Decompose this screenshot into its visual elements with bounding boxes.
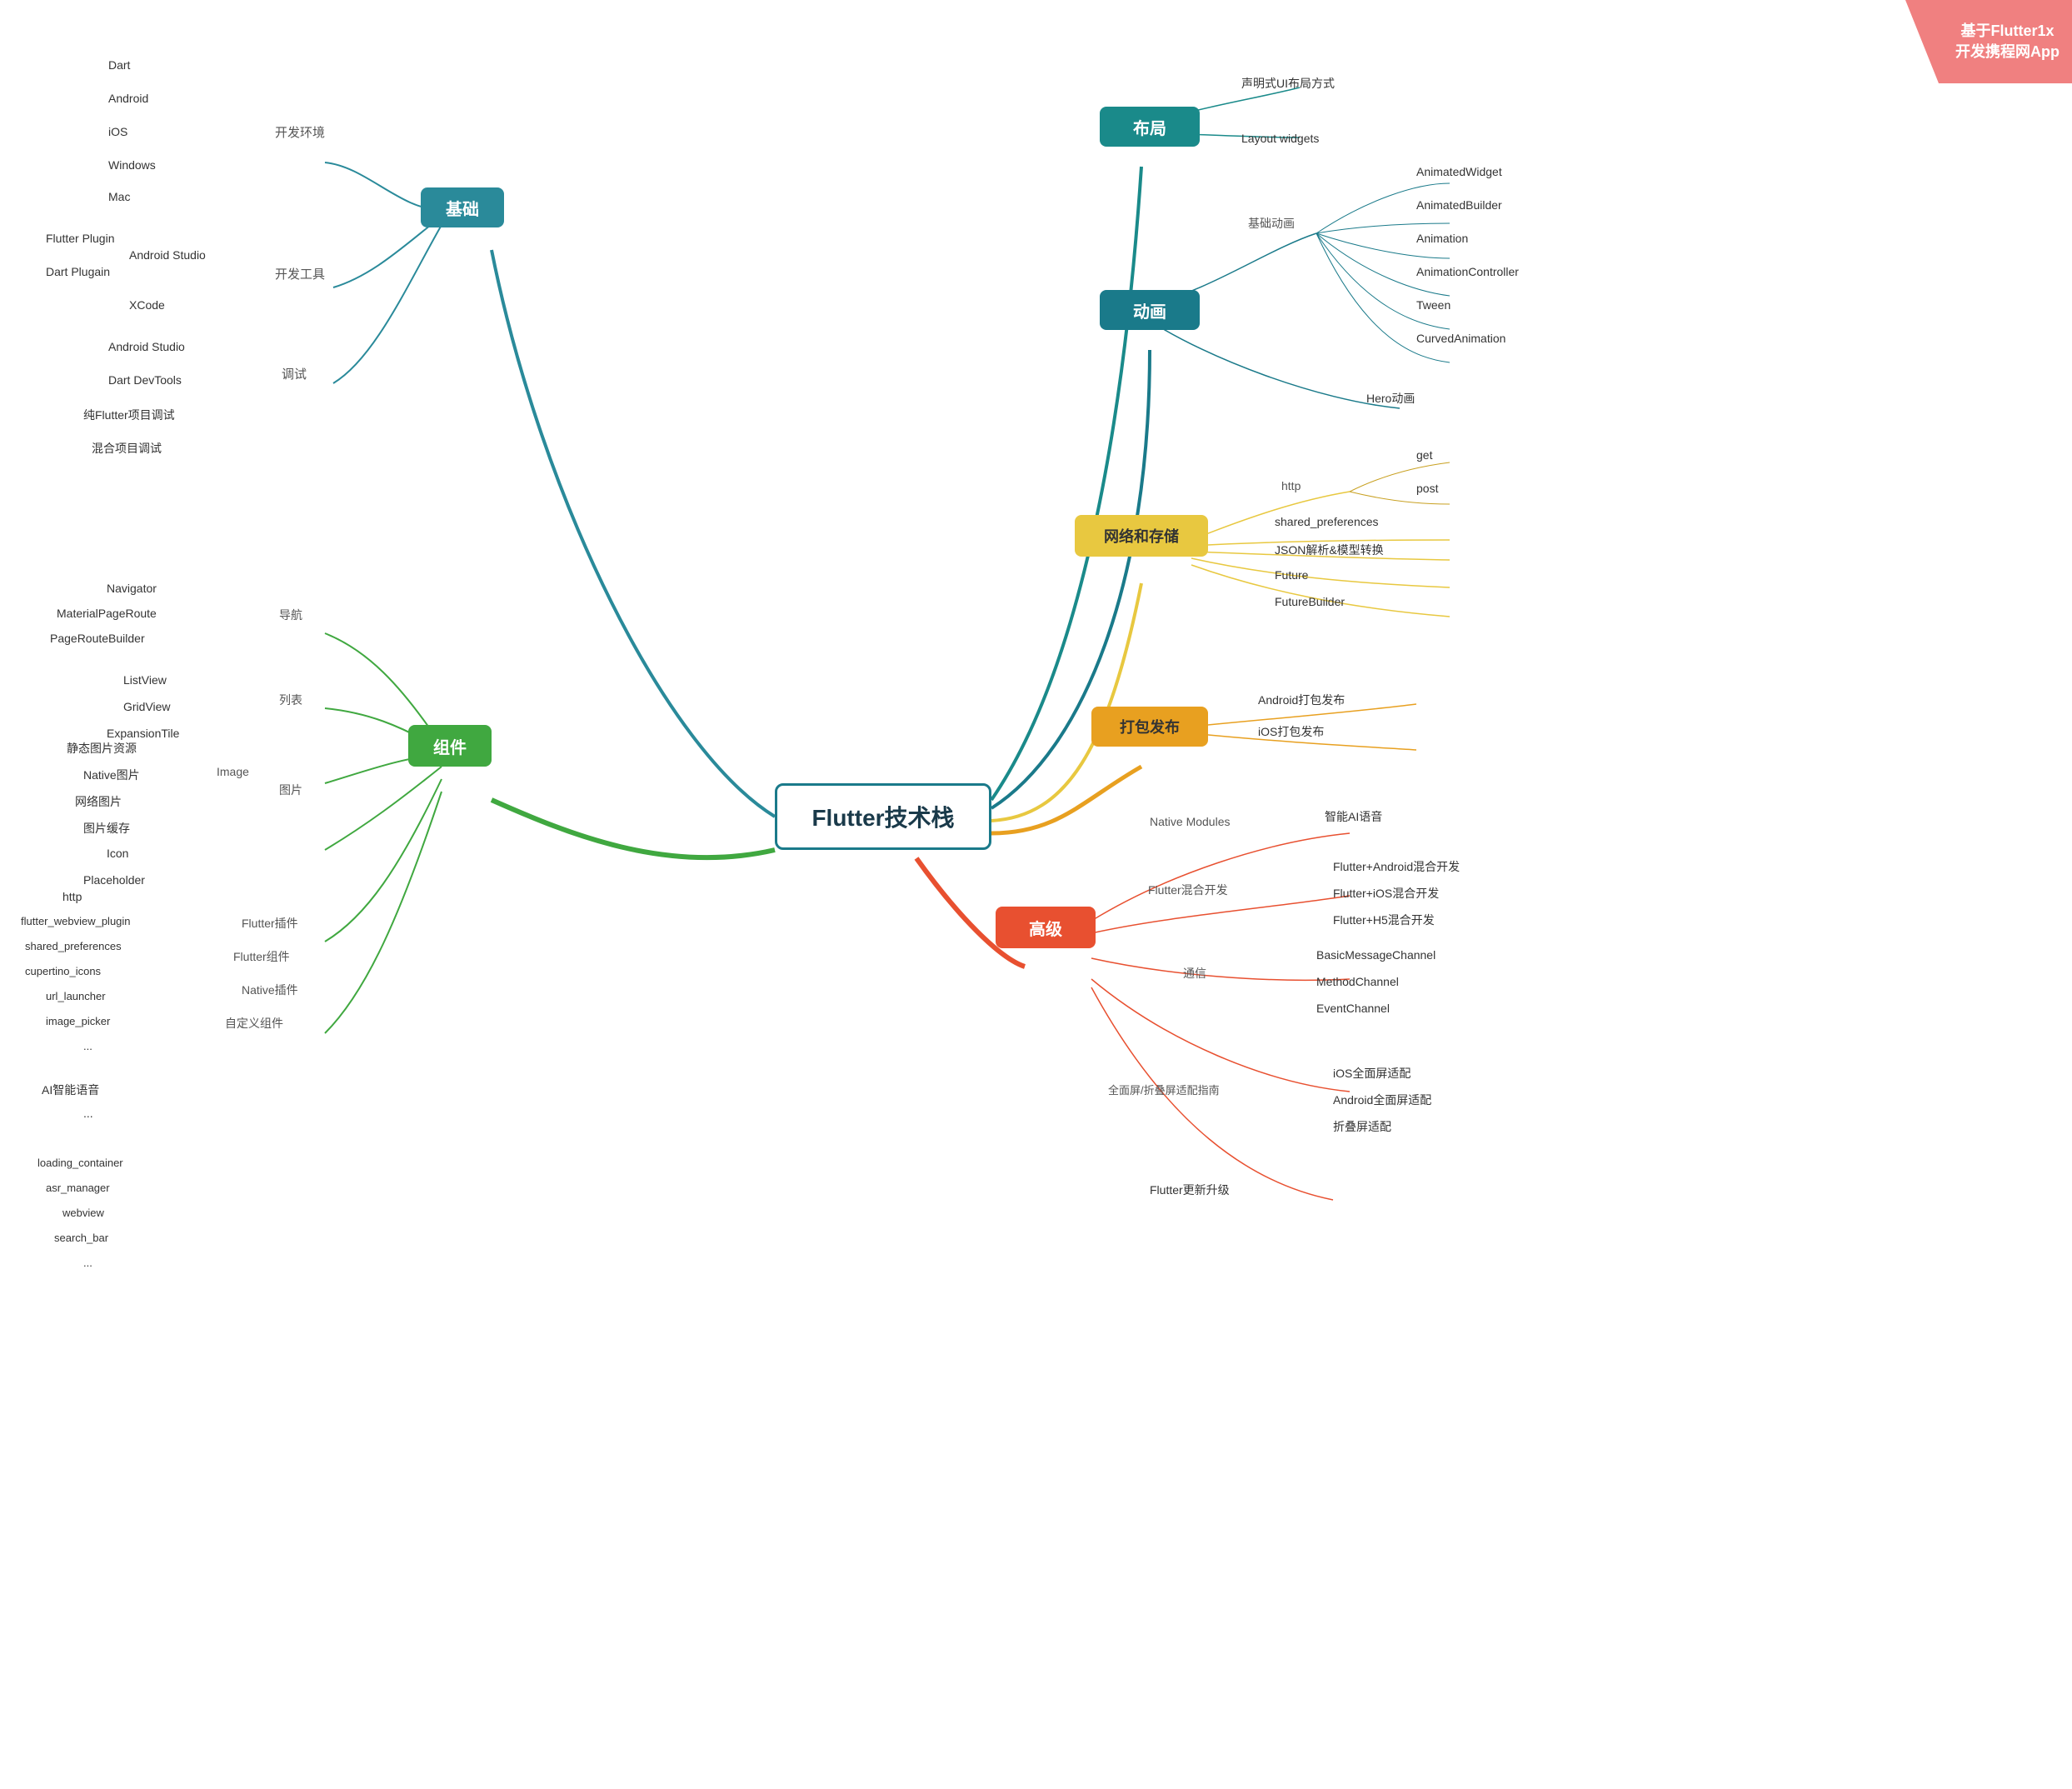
center-node: Flutter技术栈 xyxy=(775,783,991,850)
leaf-animation-controller: AnimationController xyxy=(1416,265,1519,278)
leaf-flutter-plugin: Flutter Plugin xyxy=(46,232,114,245)
leaf-method-channel: MethodChannel xyxy=(1316,975,1399,988)
leaf-cupertino: cupertino_icons xyxy=(25,965,101,977)
leaf-zhedieping: 折叠屏适配 xyxy=(1333,1118,1391,1135)
node-wangluo: 网络和存储 xyxy=(1075,515,1208,557)
leaf-page-route-builder: PageRouteBuilder xyxy=(50,632,145,645)
corner-banner: 基于Flutter1x 开发携程网App xyxy=(1905,0,2072,83)
leaf-curved-animation: CurvedAnimation xyxy=(1416,332,1505,345)
node-flutter-chajian: Flutter插件 xyxy=(242,915,298,932)
leaf-webview2: webview xyxy=(62,1207,104,1219)
leaf-ios-dabao: iOS打包发布 xyxy=(1258,723,1324,740)
leaf-animated-widget: AnimatedWidget xyxy=(1416,165,1502,178)
leaf-url-launcher: url_launcher xyxy=(46,990,106,1002)
leaf-android-studio2: Android Studio xyxy=(108,340,185,353)
leaf-android-studio1: Android Studio xyxy=(129,248,206,262)
leaf-dart-devtools: Dart DevTools xyxy=(108,373,182,387)
leaf-windows: Windows xyxy=(108,158,156,172)
leaf-loading: loading_container xyxy=(37,1157,123,1169)
leaf-event-channel: EventChannel xyxy=(1316,1002,1390,1015)
leaf-shared-prefs: shared_preferences xyxy=(1275,515,1379,528)
leaf-placeholder: Placeholder xyxy=(83,873,145,887)
leaf-animation: Animation xyxy=(1416,232,1468,245)
node-tupian: 图片 xyxy=(279,782,302,798)
mind-map: Flutter技术栈 基于Flutter1x 开发携程网App 基础 开发环境 … xyxy=(0,0,2072,1789)
leaf-hero: Hero动画 xyxy=(1366,390,1415,407)
leaf-future-builder: FutureBuilder xyxy=(1275,595,1345,608)
leaf-future: Future xyxy=(1275,568,1308,582)
node-liebiao: 列表 xyxy=(279,692,302,708)
leaf-material-page: MaterialPageRoute xyxy=(57,607,157,620)
leaf-navigator: Navigator xyxy=(107,582,157,595)
leaf-search-bar: search_bar xyxy=(54,1232,108,1244)
leaf-network-img: 网络图片 xyxy=(75,793,122,810)
node-buju: 布局 xyxy=(1100,107,1200,147)
center-label: Flutter技术栈 xyxy=(811,800,954,833)
leaf-static-img: 静态图片资源 xyxy=(67,740,137,757)
node-native-modules: Native Modules xyxy=(1150,815,1231,828)
leaf-webview-plugin: flutter_webview_plugin xyxy=(21,915,131,927)
leaf-shengming-ui: 声明式UI布局方式 xyxy=(1241,75,1335,92)
node-kaifagongju: 开发工具 xyxy=(275,265,325,282)
leaf-image-picker: image_picker xyxy=(46,1015,110,1027)
leaf-dots3: ... xyxy=(83,1257,92,1269)
node-quanping: 全面屏/折叠屏适配指南 xyxy=(1108,1082,1220,1097)
leaf-gridview: GridView xyxy=(123,700,171,713)
leaf-flutter-ios: Flutter+iOS混合开发 xyxy=(1333,885,1439,902)
leaf-tween: Tween xyxy=(1416,298,1450,312)
node-dabao: 打包发布 xyxy=(1091,707,1208,747)
leaf-expansion-tile: ExpansionTile xyxy=(107,727,179,740)
leaf-chun-flutter: 纯Flutter项目调试 xyxy=(83,407,175,423)
node-native-chajian: Native插件 xyxy=(242,982,298,998)
banner-text: 基于Flutter1x 开发携程网App xyxy=(1955,21,2060,62)
node-hunhe-kaifa: Flutter混合开发 xyxy=(1148,882,1228,898)
leaf-img-cache: 图片缓存 xyxy=(83,820,130,837)
leaf-http2: http xyxy=(62,890,82,903)
node-jichudonghua: 基础动画 xyxy=(1248,215,1295,232)
node-donghua: 动画 xyxy=(1100,290,1200,330)
node-kaifahuanjing: 开发环境 xyxy=(275,123,325,141)
leaf-hunhe-tiaoshi: 混合项目调试 xyxy=(92,440,162,457)
node-zidingyizujian: 自定义组件 xyxy=(225,1015,283,1032)
leaf-shared-prefs2: shared_preferences xyxy=(25,940,122,952)
node-gaoji: 高级 xyxy=(996,907,1096,948)
leaf-listview: ListView xyxy=(123,673,167,687)
leaf-flutter-h5: Flutter+H5混合开发 xyxy=(1333,912,1435,928)
node-http: http xyxy=(1281,479,1301,492)
node-image: Image xyxy=(217,765,249,778)
leaf-dots1: ... xyxy=(83,1040,92,1052)
node-zujian: 组件 xyxy=(408,725,492,767)
leaf-animated-builder: AnimatedBuilder xyxy=(1416,198,1502,212)
leaf-android-dabao: Android打包发布 xyxy=(1258,692,1345,708)
leaf-post: post xyxy=(1416,482,1438,495)
leaf-android-quanping: Android全面屏适配 xyxy=(1333,1092,1431,1108)
node-daohang: 导航 xyxy=(279,607,302,623)
leaf-json: JSON解析&模型转换 xyxy=(1275,542,1384,558)
leaf-basic-msg: BasicMessageChannel xyxy=(1316,948,1435,962)
leaf-mac: Mac xyxy=(108,190,130,203)
node-tiaoshi: 调试 xyxy=(282,365,307,382)
leaf-xcode: XCode xyxy=(129,298,165,312)
leaf-dart-plugain: Dart Plugain xyxy=(46,265,110,278)
leaf-android: Android xyxy=(108,92,148,105)
leaf-dots2: ... xyxy=(83,1107,93,1120)
leaf-get: get xyxy=(1416,448,1432,462)
leaf-ai-yuyin2: AI智能语音 xyxy=(42,1082,99,1098)
node-flutter-zujian: Flutter组件 xyxy=(233,948,290,965)
node-tongxin: 通信 xyxy=(1183,965,1206,982)
leaf-icon: Icon xyxy=(107,847,128,860)
node-jichu: 基础 xyxy=(421,187,504,227)
leaf-native-img: Native图片 xyxy=(83,767,140,783)
leaf-layout-widgets: Layout widgets xyxy=(1241,132,1319,145)
leaf-ios: iOS xyxy=(108,125,127,138)
leaf-dart: Dart xyxy=(108,58,130,72)
leaf-ios-quanping: iOS全面屏适配 xyxy=(1333,1065,1410,1082)
leaf-asr-manager: asr_manager xyxy=(46,1182,110,1194)
leaf-flutter-android: Flutter+Android混合开发 xyxy=(1333,858,1460,875)
leaf-ai-yuyin: 智能AI语音 xyxy=(1325,808,1382,825)
leaf-flutter-update: Flutter更新升级 xyxy=(1150,1182,1230,1198)
